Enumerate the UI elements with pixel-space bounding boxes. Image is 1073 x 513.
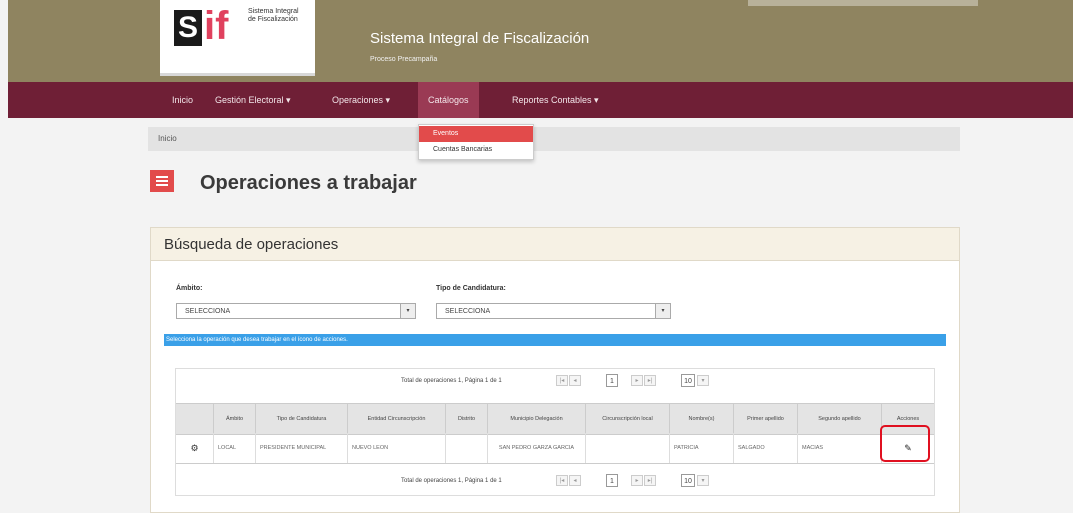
next-page-button[interactable]: ▸	[631, 375, 643, 386]
nav-reportes-contables[interactable]: Reportes Contables ▾	[512, 82, 599, 118]
header-top-strip	[748, 0, 978, 6]
action-highlight-box	[880, 425, 930, 462]
main-navbar: Inicio Gestión Electoral ▾ Operaciones ▾…	[8, 82, 1073, 118]
cell-distrito	[446, 433, 488, 463]
chevron-down-icon[interactable]: ▾	[697, 375, 709, 386]
pager-top: Total de operaciones 1, Página 1 de 1 |◂…	[176, 369, 934, 393]
prev-page-button[interactable]: ◂	[569, 375, 581, 386]
chevron-down-icon[interactable]: ▾	[697, 475, 709, 486]
prev-page-button[interactable]: ◂	[569, 475, 581, 486]
system-title: Sistema Integral de Fiscalización	[370, 30, 590, 47]
nav-operaciones[interactable]: Operaciones ▾	[332, 82, 390, 118]
col-header-municipio[interactable]: Municipio Delegación	[488, 404, 586, 434]
next-page-button[interactable]: ▸	[631, 475, 643, 486]
cell-ambito: LOCAL	[214, 433, 256, 463]
col-header-nombres[interactable]: Nombre(s)	[670, 404, 734, 434]
first-page-button[interactable]: |◂	[556, 475, 568, 486]
ambito-select-value: SELECCIONA	[185, 308, 231, 315]
logo-text: Sistema Integral de Fiscalización	[248, 8, 299, 23]
col-header-circunscripcion-local[interactable]: Circunscripción local	[586, 404, 670, 434]
col-header-tipo-candidatura[interactable]: Tipo de Candidatura	[256, 404, 348, 434]
chevron-down-icon: ▾	[400, 304, 415, 318]
nav-catalogos[interactable]: Catálogos	[418, 82, 479, 118]
tipo-select-value: SELECCIONA	[445, 308, 491, 315]
grid-header-row: Ámbito Tipo de Candidatura Entidad Circu…	[176, 403, 934, 435]
col-header-ambito[interactable]: Ámbito	[214, 404, 256, 434]
cell-segundo-apellido: MACIAS	[798, 433, 882, 463]
process-subtitle: Proceso Precampaña	[370, 56, 438, 63]
page-size-select[interactable]: 10	[681, 374, 695, 387]
logo-if-mark: if	[204, 4, 229, 48]
cell-circunscripcion-local	[586, 433, 670, 463]
nav-inicio[interactable]: Inicio	[172, 82, 193, 118]
tipo-candidatura-label: Tipo de Candidatura:	[436, 285, 506, 292]
cell-entidad: NUEVO LEON	[348, 433, 446, 463]
ambito-label: Ámbito:	[176, 285, 203, 292]
search-panel-header: Búsqueda de operaciones	[151, 228, 959, 261]
last-page-button[interactable]: ▸|	[644, 375, 656, 386]
gear-icon[interactable]: ⚙	[176, 433, 214, 463]
dropdown-item-cuentas-bancarias[interactable]: Cuentas Bancarias	[419, 142, 533, 158]
page-input[interactable]: 1	[606, 474, 618, 487]
page-size-select[interactable]: 10	[681, 474, 695, 487]
cell-tipo-candidatura: PRESIDENTE MUNICIPAL	[256, 433, 348, 463]
operations-grid: Total de operaciones 1, Página 1 de 1 |◂…	[175, 368, 935, 496]
col-header-segundo-apellido[interactable]: Segundo apellido	[798, 404, 882, 434]
logo-s-mark: S	[174, 10, 202, 46]
page-title: Operaciones a trabajar	[200, 172, 417, 194]
cell-municipio: SAN PEDRO GARZA GARCIA	[488, 433, 586, 463]
first-page-button[interactable]: |◂	[556, 375, 568, 386]
col-header-entidad[interactable]: Entidad Circunscripción	[348, 404, 446, 434]
list-icon	[150, 170, 174, 192]
catalogos-dropdown: Eventos Cuentas Bancarias	[418, 124, 534, 160]
page-input[interactable]: 1	[606, 374, 618, 387]
nav-gestion-electoral[interactable]: Gestión Electoral ▾	[215, 82, 291, 118]
col-header-primer-apellido[interactable]: Primer apellido	[734, 404, 798, 434]
chevron-down-icon: ▾	[655, 304, 670, 318]
dropdown-item-eventos[interactable]: Eventos	[419, 126, 533, 142]
pager-bottom: Total de operaciones 1, Página 1 de 1 |◂…	[176, 469, 934, 493]
col-header-distrito[interactable]: Distrito	[446, 404, 488, 434]
ambito-select[interactable]: SELECCIONA ▾	[176, 303, 416, 319]
info-message-bar: Selecciona la operación que desea trabaj…	[164, 334, 946, 346]
col-header-icon	[176, 404, 214, 434]
pager-text-bottom: Total de operaciones 1, Página 1 de 1	[401, 478, 502, 484]
breadcrumb: Inicio	[148, 127, 960, 151]
breadcrumb-inicio[interactable]: Inicio	[158, 134, 177, 143]
cell-primer-apellido: SALGADO	[734, 433, 798, 463]
last-page-button[interactable]: ▸|	[644, 475, 656, 486]
table-row[interactable]: ⚙ LOCAL PRESIDENTE MUNICIPAL NUEVO LEON …	[176, 433, 934, 464]
pager-text: Total de operaciones 1, Página 1 de 1	[401, 378, 502, 384]
cell-nombres: PATRICIA	[670, 433, 734, 463]
search-panel-title: Búsqueda de operaciones	[164, 236, 339, 253]
tipo-candidatura-select[interactable]: SELECCIONA ▾	[436, 303, 671, 319]
sif-logo[interactable]: S if Sistema Integral de Fiscalización	[160, 0, 315, 76]
header-banner: S if Sistema Integral de Fiscalización S…	[8, 0, 1073, 82]
